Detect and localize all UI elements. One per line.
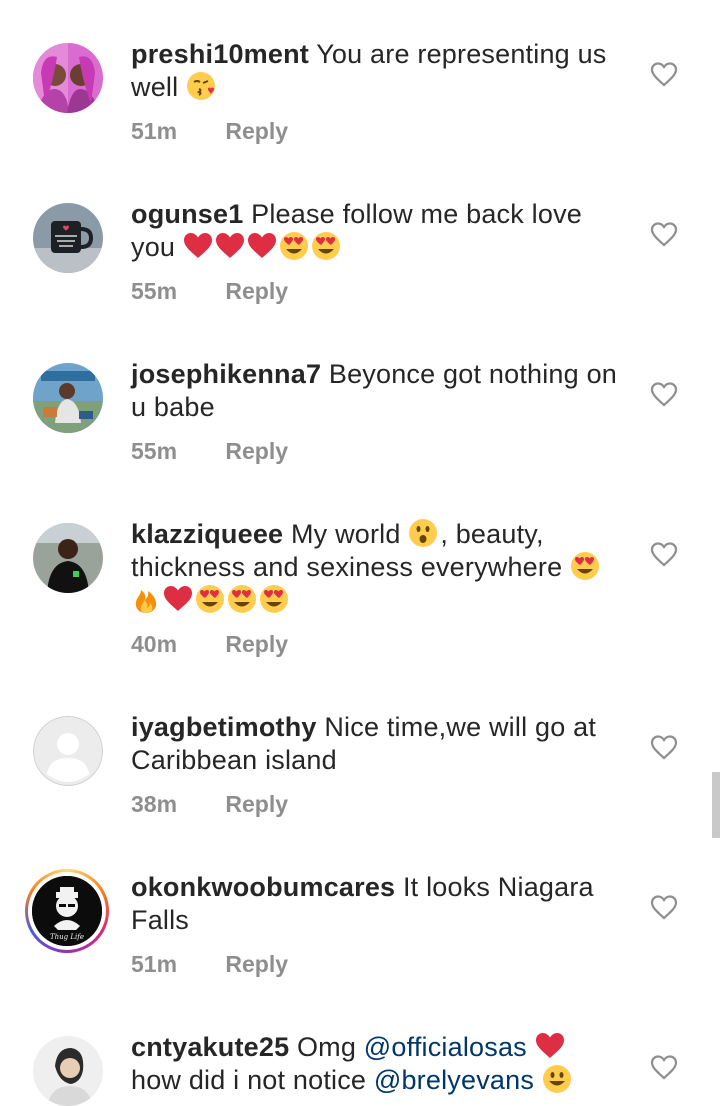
avatar[interactable] (33, 1036, 103, 1106)
reply-button[interactable]: Reply (225, 791, 288, 817)
heart-eyes-emoji (227, 584, 257, 614)
comment-username[interactable]: cntyakute25 (131, 1032, 289, 1062)
reply-button[interactable]: Reply (225, 118, 288, 144)
comment-username[interactable]: preshi10ment (131, 39, 309, 69)
comment-timestamp: 55m (131, 438, 178, 464)
comment-text: My world (290, 519, 401, 549)
heart-outline-icon[interactable] (650, 734, 678, 760)
comment-text: Omg (296, 1032, 357, 1062)
comment-timestamp: 38m (131, 791, 178, 817)
heart-eyes-emoji (570, 551, 600, 581)
avatar[interactable] (33, 203, 103, 273)
heart-outline-icon[interactable] (650, 381, 678, 407)
astonished-face-emoji (408, 518, 438, 548)
heart-eyes-emoji (259, 584, 289, 614)
reply-button[interactable]: Reply (225, 438, 288, 464)
comment-text: how did i not notice (131, 1065, 367, 1095)
heart-eyes-emoji (279, 231, 309, 261)
heart-eyes-emoji (195, 584, 225, 614)
comment-username[interactable]: ogunse1 (131, 199, 243, 229)
red-heart-emoji (163, 584, 193, 614)
mention-link[interactable]: @officialosas (364, 1032, 527, 1062)
red-heart-emoji (183, 231, 213, 261)
comment-timestamp: 55m (131, 278, 178, 304)
heart-outline-icon[interactable] (650, 1054, 678, 1080)
reply-button[interactable]: Reply (225, 951, 288, 977)
comment-username[interactable]: okonkwoobumcares (131, 872, 395, 902)
grinning-face-emoji (542, 1064, 572, 1094)
fire-emoji (131, 584, 161, 614)
avatar: Thug Life (32, 876, 102, 946)
comment-timestamp: 51m (131, 951, 178, 977)
red-heart-emoji (247, 231, 277, 261)
avatar-caption: Thug Life (50, 933, 84, 941)
comment-username[interactable]: josephikenna7 (131, 359, 321, 389)
heart-outline-icon[interactable] (650, 221, 678, 247)
avatar[interactable] (33, 43, 103, 113)
comment-username[interactable]: iyagbetimothy (131, 712, 317, 742)
story-ring[interactable]: Thug Life (25, 869, 109, 953)
avatar[interactable] (33, 363, 103, 433)
comment-timestamp: 40m (131, 631, 178, 657)
reply-button[interactable]: Reply (225, 278, 288, 304)
comment-timestamp: 51m (131, 118, 178, 144)
comment-username[interactable]: klazziqueee (131, 519, 283, 549)
heart-outline-icon[interactable] (650, 541, 678, 567)
mention-link[interactable]: @brelyevans (374, 1065, 534, 1095)
heart-eyes-emoji (311, 231, 341, 261)
avatar[interactable] (33, 716, 103, 786)
scrollbar-thumb[interactable] (712, 772, 720, 838)
avatar[interactable] (33, 523, 103, 593)
red-heart-emoji (215, 231, 245, 261)
heart-outline-icon[interactable] (650, 894, 678, 920)
heart-outline-icon[interactable] (650, 61, 678, 87)
red-heart-emoji (535, 1031, 565, 1061)
reply-button[interactable]: Reply (225, 631, 288, 657)
kissing-heart-emoji (186, 71, 216, 101)
